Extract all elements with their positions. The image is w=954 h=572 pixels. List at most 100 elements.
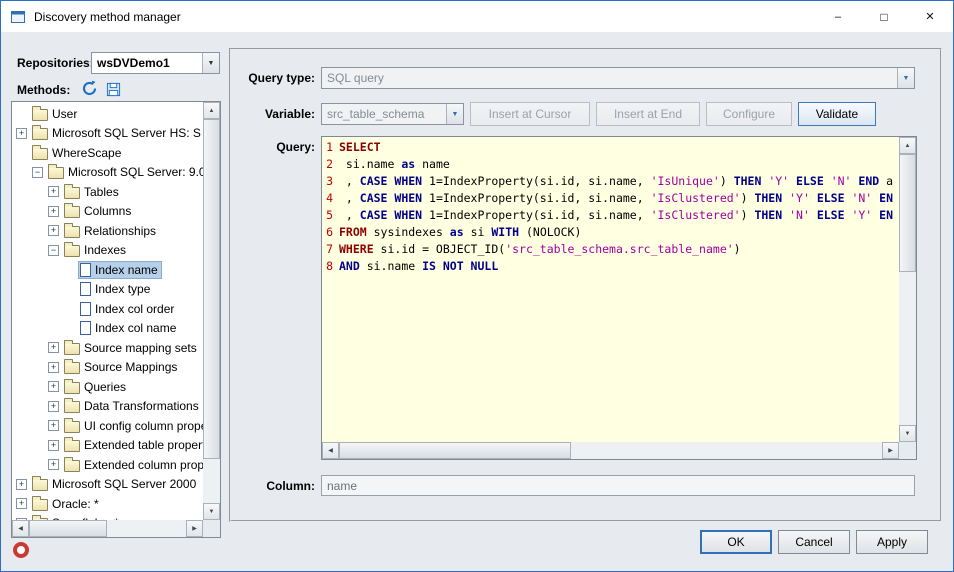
tree-item[interactable]: + Columns bbox=[12, 202, 203, 222]
close-button[interactable]: ✕ bbox=[907, 1, 953, 32]
tree-item[interactable]: −Indexes bbox=[12, 241, 203, 261]
tree-item[interactable]: + Microsoft SQL Server 2000 bbox=[12, 475, 203, 495]
repository-select[interactable]: wsDVDemo1 ▼ bbox=[91, 52, 220, 74]
tree-item[interactable]: + Source mapping sets bbox=[12, 338, 203, 358]
expand-icon[interactable]: + bbox=[48, 420, 59, 431]
insert-at-end-button[interactable]: Insert at End bbox=[596, 102, 700, 126]
scrollbar-thumb[interactable] bbox=[339, 442, 571, 459]
tree-item-node[interactable]: Index col order bbox=[79, 301, 177, 317]
query-editor[interactable]: 1SELECT2 si.name as name3 , CASE WHEN 1=… bbox=[321, 136, 917, 460]
save-icon bbox=[106, 82, 121, 97]
tree-item-node[interactable]: Tables bbox=[63, 184, 122, 200]
tree-item[interactable]: Index col name bbox=[12, 319, 203, 339]
tree-item[interactable]: + UI config column prope bbox=[12, 416, 203, 436]
refresh-methods-button[interactable] bbox=[79, 78, 99, 98]
tree-item-node[interactable]: Indexes bbox=[63, 242, 129, 258]
tree-item-node[interactable]: Columns bbox=[63, 203, 134, 219]
tree-horizontal-scrollbar[interactable]: ◀ ▶ bbox=[12, 520, 203, 537]
scrollbar-thumb[interactable] bbox=[899, 154, 916, 272]
tree-item[interactable]: + Tables bbox=[12, 182, 203, 202]
tree-item[interactable]: Index name bbox=[12, 260, 203, 280]
scrollbar-up-button[interactable]: ▲ bbox=[203, 102, 220, 119]
scrollbar-right-button[interactable]: ▶ bbox=[186, 520, 203, 537]
editor-vertical-scrollbar[interactable]: ▲ ▼ bbox=[899, 137, 916, 442]
collapse-icon[interactable]: − bbox=[48, 245, 59, 256]
tree-item[interactable]: −Microsoft SQL Server: 9.0 - bbox=[12, 163, 203, 183]
tree-item[interactable]: + Microsoft SQL Server HS: S bbox=[12, 124, 203, 144]
expand-icon[interactable]: + bbox=[48, 401, 59, 412]
tree-item-label: Queries bbox=[84, 380, 126, 394]
expand-icon[interactable]: + bbox=[48, 440, 59, 451]
scrollbar-up-button[interactable]: ▲ bbox=[899, 137, 916, 154]
tree-item-label: Index col order bbox=[95, 302, 174, 316]
scrollbar-down-button[interactable]: ▼ bbox=[899, 425, 916, 442]
expand-icon[interactable]: + bbox=[16, 128, 27, 139]
tree-item-node[interactable]: Oracle: * bbox=[31, 496, 102, 512]
scrollbar-thumb[interactable] bbox=[203, 119, 220, 459]
editor-horizontal-scrollbar[interactable]: ◀ ▶ bbox=[322, 442, 899, 459]
tree-item-node[interactable]: Extended column prop bbox=[63, 457, 203, 473]
tree-item-node[interactable]: WhereScape bbox=[31, 145, 124, 161]
tree-item-node[interactable]: Microsoft SQL Server 2000 bbox=[31, 476, 199, 492]
save-methods-button[interactable] bbox=[103, 79, 123, 99]
cancel-button[interactable]: Cancel bbox=[778, 530, 850, 554]
tree-item-node[interactable]: Microsoft SQL Server: 9.0 - bbox=[47, 164, 203, 180]
tree-item-node[interactable]: Extended table propert bbox=[63, 437, 203, 453]
ok-button[interactable]: OK bbox=[700, 530, 772, 554]
expand-icon[interactable]: + bbox=[48, 381, 59, 392]
tree-item[interactable]: Index col order bbox=[12, 299, 203, 319]
configure-button[interactable]: Configure bbox=[706, 102, 792, 126]
maximize-button[interactable]: □ bbox=[861, 1, 907, 32]
expand-icon[interactable]: + bbox=[16, 479, 27, 490]
apply-button[interactable]: Apply bbox=[856, 530, 928, 554]
scrollbar-down-button[interactable]: ▼ bbox=[203, 503, 220, 520]
tree-item[interactable]: + Extended column prop bbox=[12, 455, 203, 475]
folder-icon bbox=[64, 460, 80, 472]
expand-icon[interactable]: + bbox=[48, 342, 59, 353]
tree-item-selected[interactable]: Index name bbox=[79, 262, 161, 278]
tree-item[interactable]: + Data Transformations bbox=[12, 397, 203, 417]
tree-item[interactable]: + Queries bbox=[12, 377, 203, 397]
tree-item[interactable]: + Relationships bbox=[12, 221, 203, 241]
minimize-button[interactable]: – bbox=[815, 1, 861, 32]
expand-icon[interactable]: + bbox=[48, 459, 59, 470]
validate-button[interactable]: Validate bbox=[798, 102, 876, 126]
scrollbar-right-button[interactable]: ▶ bbox=[882, 442, 899, 459]
folder-icon bbox=[32, 128, 48, 140]
sql-lines[interactable]: 1SELECT2 si.name as name3 , CASE WHEN 1=… bbox=[322, 137, 899, 442]
tree-item-node[interactable]: Queries bbox=[63, 379, 129, 395]
scrollbar-thumb[interactable] bbox=[29, 520, 107, 537]
tree-item-node[interactable]: Relationships bbox=[63, 223, 159, 239]
scrollbar-left-button[interactable]: ◀ bbox=[322, 442, 339, 459]
tree-item-node[interactable]: UI config column prope bbox=[63, 418, 203, 434]
insert-at-cursor-button[interactable]: Insert at Cursor bbox=[470, 102, 590, 126]
scrollbar-left-button[interactable]: ◀ bbox=[12, 520, 29, 537]
tree-item[interactable]: + Oracle: * bbox=[12, 494, 203, 514]
tree-item[interactable]: User bbox=[12, 104, 203, 124]
line-number: 4 bbox=[325, 190, 333, 207]
tree-item-label: Data Transformations bbox=[84, 399, 199, 413]
tree-item[interactable]: Index type bbox=[12, 280, 203, 300]
tree-item[interactable]: WhereScape bbox=[12, 143, 203, 163]
collapse-icon[interactable]: − bbox=[32, 167, 43, 178]
variable-label: Variable: bbox=[231, 107, 315, 121]
tree-item[interactable]: + Source Mappings bbox=[12, 358, 203, 378]
expand-icon[interactable]: + bbox=[48, 186, 59, 197]
tree-item-node[interactable]: User bbox=[31, 106, 80, 122]
tree-item-label: Index type bbox=[95, 282, 150, 296]
expand-icon[interactable]: + bbox=[48, 206, 59, 217]
tree-item-node[interactable]: Data Transformations bbox=[63, 398, 202, 414]
tree-item-node[interactable]: Microsoft SQL Server HS: S bbox=[31, 125, 203, 141]
tree-item-node[interactable]: Index type bbox=[79, 281, 153, 297]
tree-item-node[interactable]: Source Mappings bbox=[63, 359, 180, 375]
tree-item[interactable]: + Extended table propert bbox=[12, 436, 203, 456]
chevron-down-icon[interactable]: ▼ bbox=[202, 53, 219, 73]
tree-item-node[interactable]: Source mapping sets bbox=[63, 340, 200, 356]
window-controls: – □ ✕ bbox=[815, 1, 953, 32]
titlebar: Discovery method manager – □ ✕ bbox=[1, 1, 953, 32]
tree-vertical-scrollbar[interactable]: ▲ ▼ bbox=[203, 102, 220, 520]
expand-icon[interactable]: + bbox=[48, 225, 59, 236]
expand-icon[interactable]: + bbox=[48, 362, 59, 373]
tree-item-node[interactable]: Index col name bbox=[79, 320, 179, 336]
expand-icon[interactable]: + bbox=[16, 498, 27, 509]
